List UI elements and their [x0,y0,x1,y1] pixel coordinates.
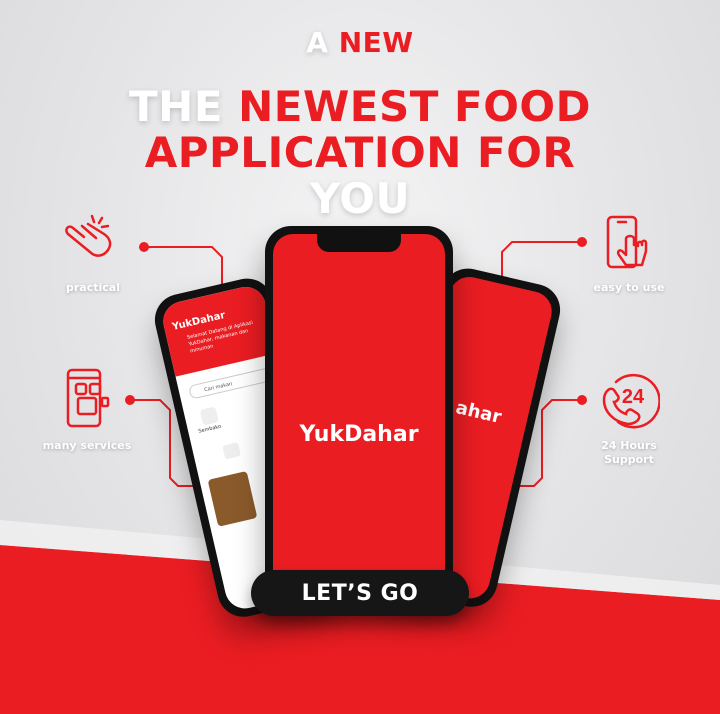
support-line1: 24 Hours [601,439,657,452]
support-line2: Support [604,453,654,466]
smartphone-touch-icon [606,215,648,269]
left-phone-category-icon [199,406,219,426]
feature-many-services: many services [42,439,132,452]
lets-go-button[interactable]: LET’S GO [251,570,469,616]
feature-practical: practical [66,281,120,294]
support-badge-text: 24 [622,386,645,408]
center-phone: YukDahar [265,226,453,604]
left-phone-category-icon-2 [222,442,242,460]
support-24-hours-icon: 24 [602,373,660,429]
center-phone-brand: YukDahar [299,422,419,447]
tap-hand-icon [65,214,112,257]
mobile-apps-icon [66,368,110,428]
center-phone-notch [317,234,401,252]
feature-24h-support: 24 Hours Support [564,439,694,467]
left-phone-food-image [207,471,258,527]
center-phone-screen: YukDahar [273,234,445,596]
left-phone-category-label: Sembako [197,423,222,435]
feature-easy-to-use: easy to use [593,281,665,294]
